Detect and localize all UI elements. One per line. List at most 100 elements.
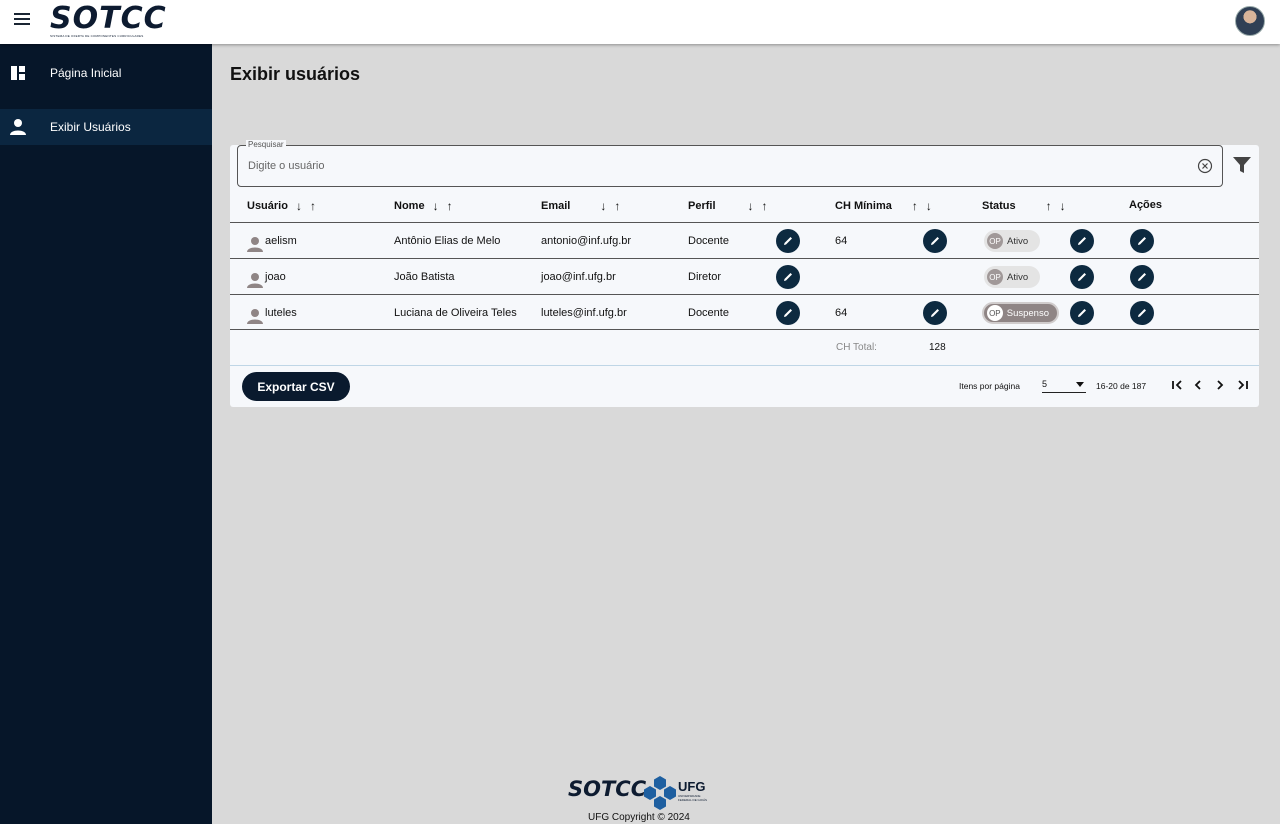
page-title: Exibir usuários <box>230 64 361 84</box>
cell-nome: João Batista <box>394 270 455 283</box>
status-badge: OP <box>987 269 1003 285</box>
edit-user-button[interactable] <box>1130 301 1154 325</box>
sort-asc-icon[interactable]: ↑ <box>614 199 620 213</box>
footer-ufg-text: UFG <box>678 779 706 794</box>
cell-email: luteles@inf.ufg.br <box>541 306 627 319</box>
edit-ch-minima-button[interactable] <box>923 301 947 325</box>
edit-status-button[interactable] <box>1070 301 1094 325</box>
sort-desc-icon[interactable]: ↓ <box>748 199 754 213</box>
column-header-label: Perfil <box>688 200 716 212</box>
edit-ch-minima-button[interactable] <box>923 229 947 253</box>
user-icon <box>247 308 263 324</box>
edit-status-button[interactable] <box>1070 265 1094 289</box>
cell-email: antonio@inf.ufg.br <box>541 234 632 247</box>
sidebar-item-exibir-usuarios[interactable]: Exibir Usuários <box>0 109 212 145</box>
status-label: Ativo <box>1007 271 1029 283</box>
edit-perfil-button[interactable] <box>776 265 800 289</box>
cell-perfil: Docente <box>688 306 729 319</box>
column-header-status[interactable]: Status ↑ ↓ <box>982 199 1066 213</box>
user-avatar[interactable] <box>1235 6 1265 36</box>
column-header-nome[interactable]: Nome ↓ ↑ <box>394 199 453 213</box>
cell-nome: Luciana de Oliveira Teles <box>394 306 517 319</box>
sort-desc-icon[interactable]: ↓ <box>433 199 439 213</box>
sort-desc-icon[interactable]: ↓ <box>600 199 606 213</box>
pencil-icon <box>1138 237 1146 245</box>
pencil-icon <box>1078 273 1086 281</box>
column-header-label: Nome <box>394 200 425 212</box>
filter-icon[interactable] <box>1232 155 1252 175</box>
clear-icon[interactable] <box>1197 158 1213 174</box>
user-icon <box>247 236 263 252</box>
column-header-label: Ações <box>1129 199 1163 211</box>
copyright-text: UFG Copyright © 2024 <box>588 812 690 823</box>
app-logo[interactable]: SOTCC SISTEMA DE OFERTA DE COMPONENTES C… <box>50 4 166 39</box>
edit-status-button[interactable] <box>1070 229 1094 253</box>
edit-perfil-button[interactable] <box>776 229 800 253</box>
previous-page-icon[interactable] <box>1191 378 1205 392</box>
pencil-icon <box>1138 309 1146 317</box>
column-header-ch-minima[interactable]: CH Mínima ↑ ↓ <box>835 199 932 213</box>
column-header-label: CH Mínima <box>835 200 892 212</box>
sort-asc-icon[interactable]: ↑ <box>912 199 918 213</box>
search-input[interactable] <box>248 160 1148 172</box>
table-row: aelism Antônio Elias de Melo antonio@inf… <box>230 223 1259 258</box>
sort-asc-icon[interactable]: ↑ <box>1046 199 1052 213</box>
column-header-email[interactable]: Email ↓ ↑ <box>541 199 620 213</box>
column-header-acoes: Ações <box>1129 199 1162 211</box>
table-row: joao João Batista joao@inf.ufg.br Direto… <box>230 259 1259 294</box>
status-badge: OP <box>987 233 1003 249</box>
next-page-icon[interactable] <box>1213 378 1227 392</box>
sort-desc-icon[interactable]: ↓ <box>296 199 302 213</box>
ch-total-label: CH Total: <box>836 342 877 353</box>
sort-desc-icon[interactable]: ↓ <box>1060 199 1066 213</box>
pencil-icon <box>931 237 939 245</box>
search-legend: Pesquisar <box>246 140 286 149</box>
sort-desc-icon[interactable]: ↓ <box>926 199 932 213</box>
footer-logo: SOTCC UFG UNIVERSIDADE FEDERAL DE GOIÁS <box>568 775 713 811</box>
items-per-page-label: Itens por página <box>959 381 1020 391</box>
pencil-icon <box>1078 309 1086 317</box>
cell-perfil: Diretor <box>688 270 722 283</box>
sort-asc-icon[interactable]: ↑ <box>762 199 768 213</box>
cell-usuario: luteles <box>247 295 297 330</box>
column-header-label: Usuário <box>247 200 288 212</box>
status-chip[interactable]: OP Ativo <box>984 230 1040 252</box>
search-field[interactable]: Pesquisar <box>237 140 1223 187</box>
username: aelism <box>265 234 297 247</box>
dropdown-arrow-icon <box>1076 382 1084 387</box>
sidebar-item-pagina-inicial[interactable]: Página Inicial <box>0 55 212 91</box>
cell-email: joao@inf.ufg.br <box>541 270 616 283</box>
sidebar-item-label: Exibir Usuários <box>50 120 131 134</box>
logo-subtitle: SISTEMA DE OFERTA DE COMPONENTES CURRICU… <box>50 34 144 38</box>
column-header-perfil[interactable]: Perfil ↓ ↑ <box>688 199 768 213</box>
table-row: luteles Luciana de Oliveira Teles lutele… <box>230 295 1259 330</box>
status-label: Ativo <box>1007 235 1029 247</box>
items-per-page-select[interactable]: 5 <box>1042 377 1086 393</box>
ch-total-value: 128 <box>929 342 946 353</box>
status-chip[interactable]: OP Suspenso <box>982 302 1059 324</box>
column-header-label: Status <box>982 200 1016 212</box>
sort-asc-icon[interactable]: ↑ <box>447 199 453 213</box>
sort-asc-icon[interactable]: ↑ <box>310 199 316 213</box>
edit-user-button[interactable] <box>1130 265 1154 289</box>
cell-perfil: Docente <box>688 234 729 247</box>
last-page-icon[interactable] <box>1236 378 1250 392</box>
top-bar: SOTCC SISTEMA DE OFERTA DE COMPONENTES C… <box>0 0 1280 44</box>
person-icon <box>10 119 26 135</box>
edit-user-button[interactable] <box>1130 229 1154 253</box>
user-icon <box>247 272 263 288</box>
username: joao <box>265 270 286 283</box>
pencil-icon <box>784 309 792 317</box>
footer-ufg-subtitle: UNIVERSIDADE FEDERAL DE GOIÁS <box>678 794 708 802</box>
status-chip[interactable]: OP Ativo <box>984 266 1040 288</box>
footer-sotcc-logo: SOTCC <box>568 777 647 801</box>
export-csv-button[interactable]: Exportar CSV <box>242 372 350 401</box>
first-page-icon[interactable] <box>1170 378 1184 392</box>
edit-perfil-button[interactable] <box>776 301 800 325</box>
divider <box>230 329 1259 330</box>
pencil-icon <box>1138 273 1146 281</box>
column-header-usuario[interactable]: Usuário ↓ ↑ <box>247 199 316 213</box>
cell-usuario: joao <box>247 259 286 294</box>
pencil-icon <box>931 309 939 317</box>
menu-icon[interactable] <box>14 13 30 27</box>
